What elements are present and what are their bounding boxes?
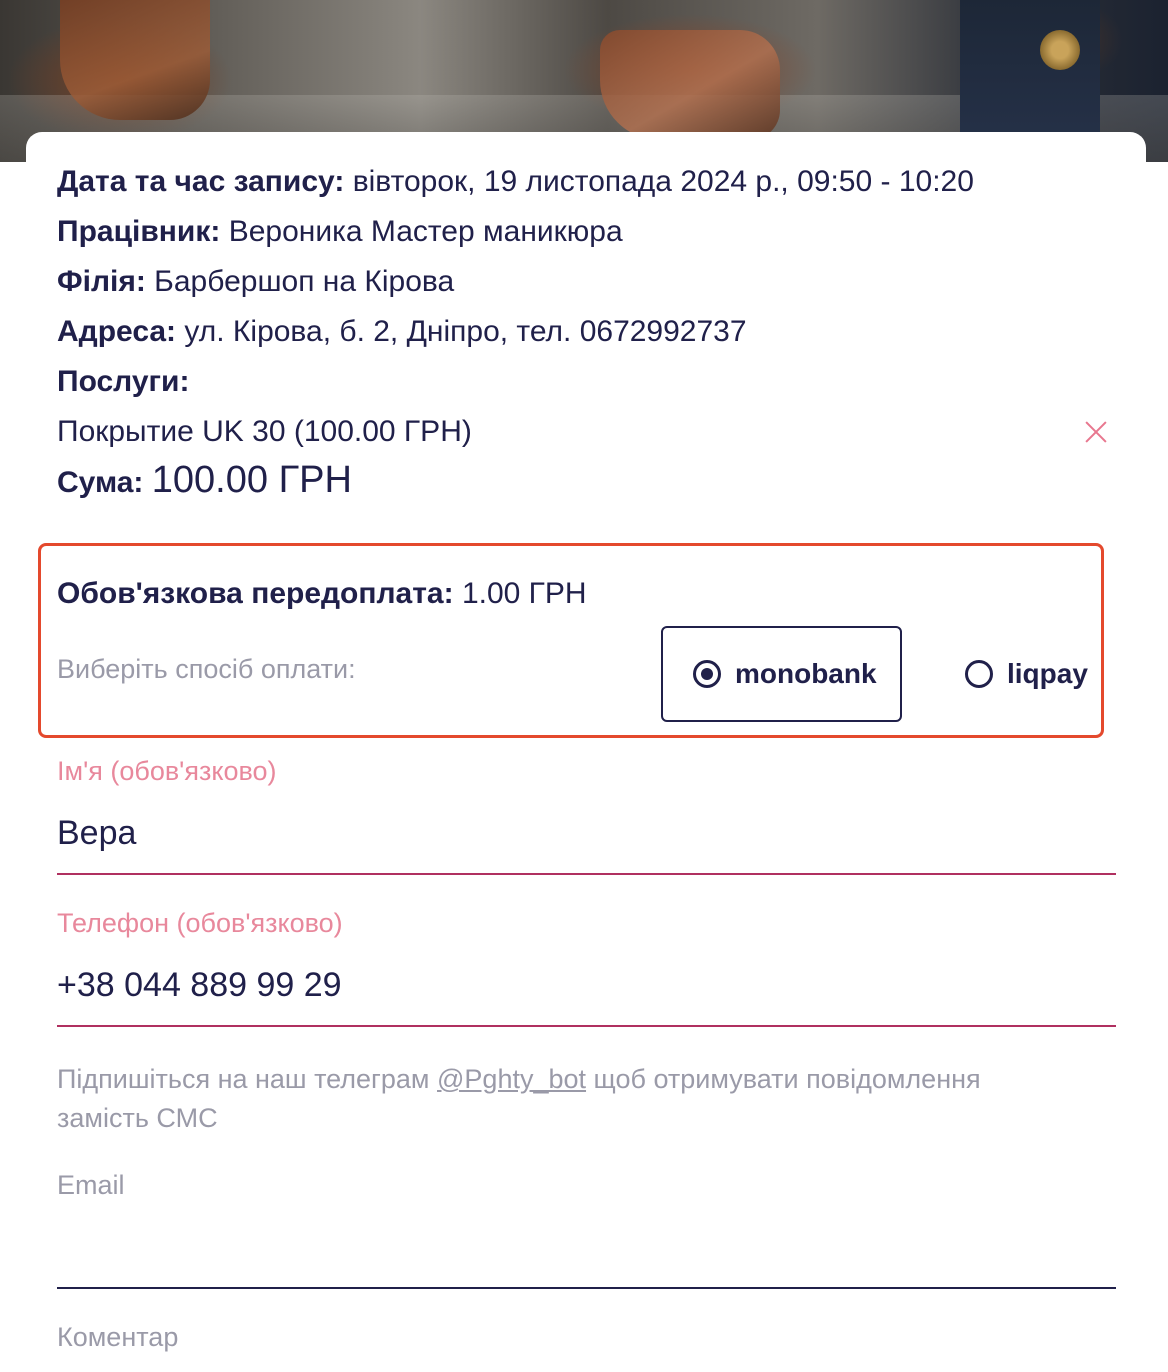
radio-unchecked-icon[interactable]	[965, 660, 993, 688]
booking-sum-label: Сума:	[57, 466, 144, 499]
phone-field-label: Телефон (обов'язково)	[57, 908, 343, 938]
telegram-bot-link[interactable]: @Pghty_bot	[437, 1064, 586, 1094]
phone-field-underline	[57, 1025, 1116, 1027]
booking-branch: Філія: Барбершоп на Кірова	[57, 262, 454, 302]
payment-method-hint: Виберіть спосіб оплати:	[57, 654, 356, 684]
email-field-label: Email	[57, 1170, 125, 1200]
payment-option-label: monobank	[735, 658, 877, 689]
booking-datetime: Дата та час запису: вівторок, 19 листопа…	[57, 162, 974, 202]
service-item: Покрытие UK 30 (100.00 ГРН)	[57, 412, 472, 452]
booking-sum-value: 100.00 ГРН	[151, 459, 352, 501]
payment-option-label: liqpay	[1007, 658, 1088, 689]
booking-employee-label: Працівник:	[57, 215, 221, 248]
prepayment-label: Обов'язкова передоплата:	[57, 577, 454, 610]
name-field[interactable]: Вера	[57, 814, 136, 853]
telegram-note-prefix: Підпишіться на наш телеграм	[57, 1064, 430, 1094]
service-item-name: Покрытие UK 30 (100.00 ГРН)	[57, 415, 472, 448]
booking-employee: Працівник: Вероника Мастер маникюра	[57, 212, 623, 252]
booking-datetime-value: вівторок, 19 листопада 2024 р., 09:50 - …	[352, 165, 974, 198]
remove-service-icon[interactable]	[1082, 418, 1110, 446]
booking-services-label: Послуги:	[57, 365, 190, 398]
booking-address: Адреса: ул. Кірова, б. 2, Дніпро, тел. 0…	[57, 312, 747, 352]
payment-option-monobank[interactable]: monobank	[661, 626, 902, 722]
booking-branch-value: Барбершоп на Кірова	[154, 265, 455, 298]
booking-employee-value: Вероника Мастер маникюра	[228, 215, 623, 248]
email-field-underline	[57, 1287, 1116, 1289]
payment-option-liqpay[interactable]: liqpay	[965, 646, 1088, 702]
prepayment-title: Обов'язкова передоплата: 1.00 ГРН	[57, 574, 587, 614]
phone-field[interactable]: +38 044 889 99 29	[57, 966, 342, 1005]
hero-badge	[1040, 30, 1080, 70]
radio-checked-icon[interactable]	[693, 660, 721, 688]
name-field-label: Ім'я (обов'язково)	[57, 756, 277, 786]
prepayment-highlight	[38, 543, 1104, 738]
prepayment-value: 1.00 ГРН	[461, 577, 587, 610]
booking-address-value: ул. Кірова, б. 2, Дніпро, тел. 067299273…	[184, 315, 747, 348]
name-field-underline	[57, 873, 1116, 875]
booking-sum: Сума: 100.00 ГРН	[57, 460, 352, 503]
hero-barber-chair-left	[60, 0, 210, 120]
booking-branch-label: Філія:	[57, 265, 146, 298]
email-field[interactable]	[57, 1228, 1116, 1278]
comment-field-label: Коментар	[57, 1322, 179, 1352]
booking-address-label: Адреса:	[57, 315, 177, 348]
booking-datetime-label: Дата та час запису:	[57, 165, 345, 198]
booking-services-heading: Послуги:	[57, 362, 189, 402]
telegram-subscribe-note: Підпишіться на наш телеграм @Pghty_bot щ…	[57, 1060, 1057, 1138]
hero-barber-chair-right	[600, 30, 780, 140]
